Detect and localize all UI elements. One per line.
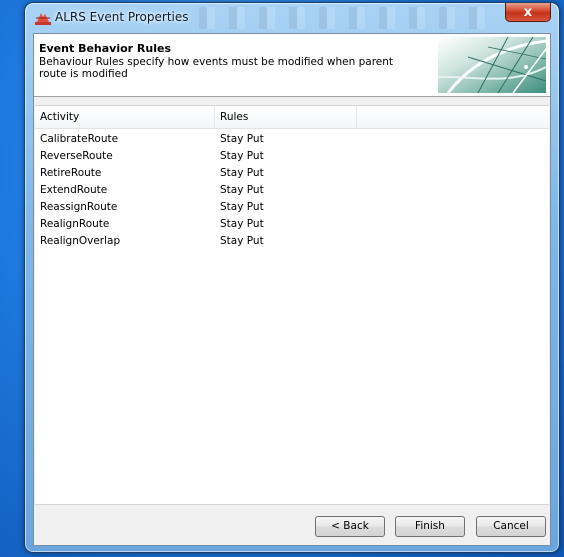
page-description: Behaviour Rules specify how events must …: [39, 56, 394, 80]
activity-cell: ExtendRoute: [40, 184, 108, 196]
column-header-empty[interactable]: [357, 106, 549, 128]
rule-cell: Stay Put: [220, 184, 264, 196]
title-bar-decoration: [185, 7, 485, 29]
table-row[interactable]: RealignRoute Stay Put: [35, 216, 549, 233]
window-title: ALRS Event Properties: [55, 10, 189, 24]
activity-cell: RealignOverlap: [40, 235, 121, 247]
rule-cell: Stay Put: [220, 150, 264, 162]
table-row[interactable]: ReverseRoute Stay Put: [35, 148, 549, 165]
column-header-activity[interactable]: Activity: [35, 106, 215, 128]
back-button[interactable]: < Back: [315, 516, 385, 537]
dialog-window: ALRS Event Properties x Event Behavior R…: [24, 2, 560, 553]
activity-cell: ReassignRoute: [40, 201, 118, 213]
map-banner-image: [438, 37, 546, 93]
dialog-client-area: Event Behavior Rules Behaviour Rules spe…: [33, 33, 551, 546]
rule-cell: Stay Put: [220, 167, 264, 179]
rule-cell: Stay Put: [220, 235, 264, 247]
list-rows: CalibrateRoute Stay Put ReverseRoute Sta…: [35, 131, 549, 250]
close-icon: x: [523, 4, 533, 20]
rule-cell: Stay Put: [220, 218, 264, 230]
cancel-button[interactable]: Cancel: [476, 516, 546, 537]
table-row[interactable]: ReassignRoute Stay Put: [35, 199, 549, 216]
rule-cell: Stay Put: [220, 133, 264, 145]
rule-cell: Stay Put: [220, 201, 264, 213]
table-row[interactable]: RetireRoute Stay Put: [35, 165, 549, 182]
alrs-app-icon: [35, 13, 51, 25]
activity-cell: RetireRoute: [40, 167, 102, 179]
finish-button[interactable]: Finish: [395, 516, 465, 537]
activity-cell: CalibrateRoute: [40, 133, 119, 145]
title-bar[interactable]: ALRS Event Properties x: [25, 3, 559, 33]
column-header-rules[interactable]: Rules: [215, 106, 357, 128]
table-row[interactable]: RealignOverlap Stay Put: [35, 233, 549, 250]
table-row[interactable]: CalibrateRoute Stay Put: [35, 131, 549, 148]
wizard-header: Event Behavior Rules Behaviour Rules spe…: [34, 34, 550, 97]
close-button[interactable]: x: [505, 3, 551, 22]
activity-cell: RealignRoute: [40, 218, 110, 230]
activity-cell: ReverseRoute: [40, 150, 113, 162]
list-header: Activity Rules: [35, 106, 549, 129]
page-title: Event Behavior Rules: [39, 42, 171, 55]
table-row[interactable]: ExtendRoute Stay Put: [35, 182, 549, 199]
rules-list[interactable]: Activity Rules CalibrateRoute Stay Put R…: [35, 105, 549, 505]
